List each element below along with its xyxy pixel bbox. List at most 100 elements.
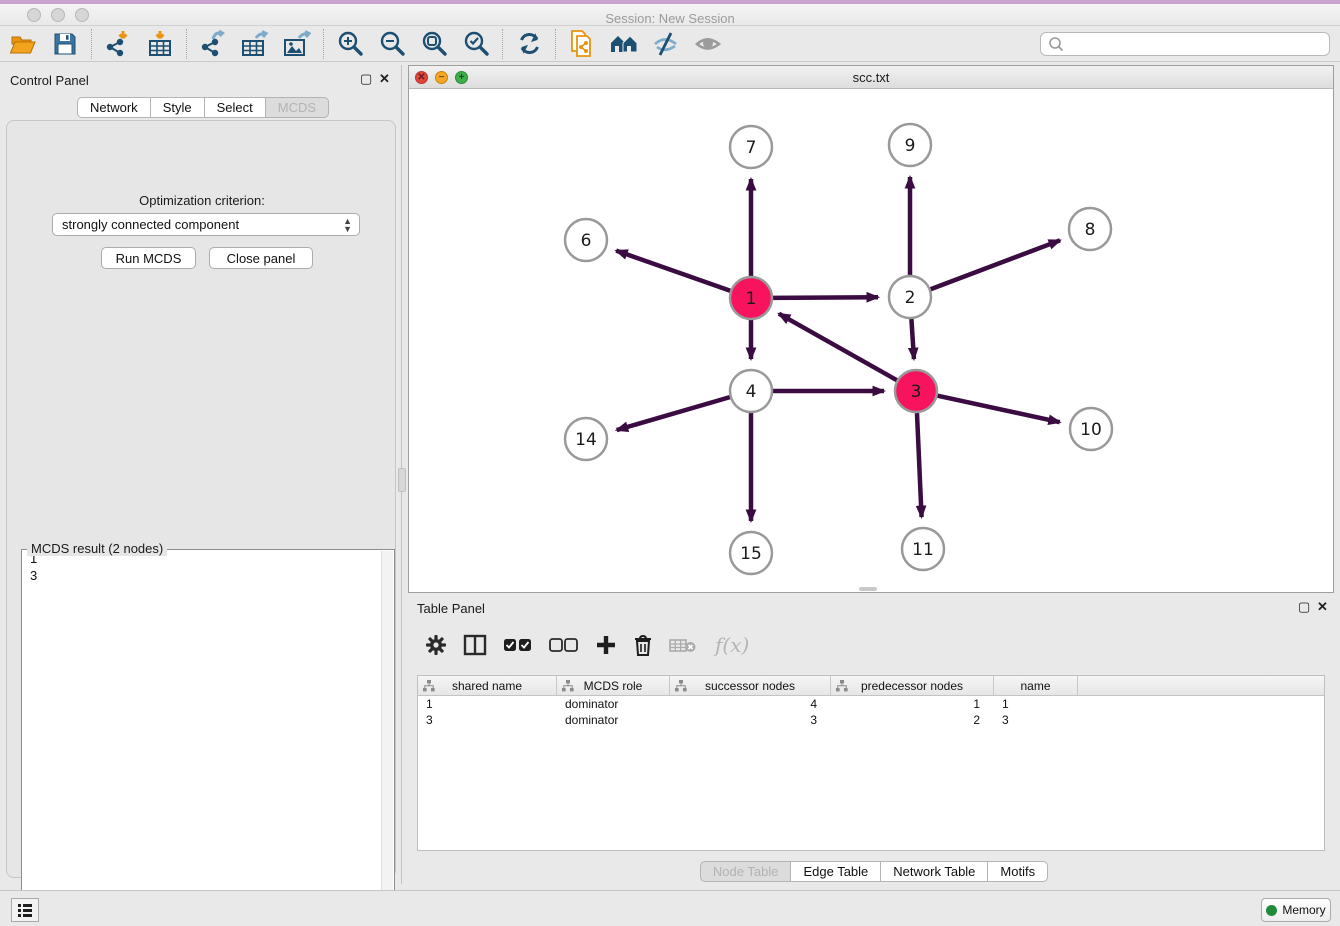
window-title: Session: New Session	[0, 11, 1340, 26]
save-session-icon[interactable]	[50, 30, 80, 58]
column-header-shared-name[interactable]: shared name	[418, 676, 557, 695]
deselect-all-icon[interactable]	[549, 636, 579, 654]
graph-edge-4-14[interactable]	[617, 397, 730, 430]
mcds-tab-content: Optimization criterion: strongly connect…	[6, 120, 396, 878]
graph-node-label: 3	[911, 382, 922, 402]
toolbar-separator	[91, 29, 92, 59]
network-graph[interactable]: 7968124314101511	[409, 89, 1333, 592]
status-bar: Memory	[0, 890, 1340, 926]
graph-edge-1-2[interactable]	[773, 297, 878, 298]
list-icon	[17, 903, 33, 918]
tab-mcds[interactable]: MCDS	[266, 97, 329, 118]
criterion-dropdown[interactable]: strongly connected component ▲▼	[52, 213, 360, 236]
zoom-selected-icon[interactable]	[461, 30, 491, 58]
table-toolbar: f(x)	[417, 625, 1325, 665]
show-all-icon[interactable]	[693, 30, 723, 58]
first-neighbors-icon[interactable]	[609, 30, 639, 58]
graph-node-label: 10	[1080, 420, 1102, 440]
tab-network-table[interactable]: Network Table	[881, 861, 988, 882]
tab-network[interactable]: Network	[77, 97, 151, 118]
mcds-result-line: 3	[22, 567, 394, 584]
memory-label: Memory	[1282, 903, 1325, 917]
log-console-button[interactable]	[11, 898, 39, 922]
graph-edge-3-10[interactable]	[937, 396, 1059, 423]
open-session-icon[interactable]	[8, 30, 38, 58]
tab-edge-table[interactable]: Edge Table	[791, 861, 881, 882]
sitemap-icon	[423, 680, 435, 692]
search-input[interactable]	[1071, 34, 1329, 54]
clone-network-icon[interactable]	[567, 30, 597, 58]
result-scrollbar[interactable]	[381, 551, 393, 926]
tab-select[interactable]: Select	[205, 97, 266, 118]
application-window: Session: New Session	[0, 0, 1340, 926]
delete-table-icon[interactable]	[669, 636, 697, 654]
export-image-icon[interactable]	[282, 30, 312, 58]
graph-node-label: 2	[905, 288, 916, 308]
zoom-out-icon[interactable]	[377, 30, 407, 58]
cell-predecessor-nodes: 1	[831, 696, 994, 712]
graph-node-label: 1	[746, 289, 757, 309]
node-table: shared name MCDS role successor nodes pr…	[417, 675, 1325, 851]
function-builder-icon[interactable]: f(x)	[715, 633, 749, 657]
trash-icon[interactable]	[633, 634, 653, 656]
column-header-successor-nodes[interactable]: successor nodes	[670, 676, 831, 695]
network-window-title: scc.txt	[409, 70, 1333, 85]
hide-selected-icon[interactable]	[651, 30, 681, 58]
window-titlebar: Session: New Session	[0, 4, 1340, 26]
import-network-icon[interactable]	[103, 30, 133, 58]
cell-name: 3	[994, 712, 1078, 728]
cell-name: 1	[994, 696, 1078, 712]
import-table-icon[interactable]	[145, 30, 175, 58]
float-table-panel-icon[interactable]: ▢	[1298, 599, 1310, 615]
add-icon[interactable]	[595, 634, 617, 656]
sitemap-icon	[675, 680, 687, 692]
cell-shared-name: 1	[418, 696, 557, 712]
columns-icon[interactable]	[463, 634, 487, 656]
zoom-in-icon[interactable]	[335, 30, 365, 58]
column-header-mcds-role[interactable]: MCDS role	[557, 676, 670, 695]
export-table-icon[interactable]	[240, 30, 270, 58]
graph-edge-2-3[interactable]	[911, 319, 914, 359]
export-network-icon[interactable]	[198, 30, 228, 58]
refresh-view-icon[interactable]	[514, 30, 544, 58]
close-panel-icon[interactable]: ✕	[379, 71, 390, 87]
memory-status-icon	[1266, 905, 1277, 916]
close-panel-button[interactable]: Close panel	[209, 247, 313, 269]
network-hscrollbar[interactable]	[859, 587, 877, 591]
table-row[interactable]: 1 dominator 4 1 1	[418, 696, 1324, 712]
table-tabs: Node Table Edge Table Network Table Moti…	[408, 861, 1340, 882]
memory-button[interactable]: Memory	[1261, 898, 1331, 922]
float-panel-icon[interactable]: ▢	[360, 71, 372, 87]
column-header-predecessor-nodes[interactable]: predecessor nodes	[831, 676, 994, 695]
gear-icon[interactable]	[425, 634, 447, 656]
graph-edge-1-6[interactable]	[616, 251, 730, 291]
graph-edge-3-1[interactable]	[779, 314, 897, 380]
select-all-icon[interactable]	[503, 636, 533, 654]
control-panel-title: Control Panel	[10, 73, 89, 88]
graph-edge-2-8[interactable]	[931, 240, 1060, 289]
zoom-fit-icon[interactable]	[419, 30, 449, 58]
table-row[interactable]: 3 dominator 3 2 3	[418, 712, 1324, 728]
graph-edge-3-11[interactable]	[917, 413, 922, 517]
column-header-name[interactable]: name	[994, 676, 1078, 695]
toolbar-separator	[323, 29, 324, 59]
search-box[interactable]	[1040, 32, 1330, 56]
dropdown-stepper-icon: ▲▼	[343, 217, 352, 233]
close-table-panel-icon[interactable]: ✕	[1317, 599, 1328, 615]
tab-motifs[interactable]: Motifs	[988, 861, 1048, 882]
cell-shared-name: 3	[418, 712, 557, 728]
network-window-titlebar: ✕ − + scc.txt	[409, 66, 1333, 89]
graph-node-label: 14	[575, 430, 597, 450]
tab-style[interactable]: Style	[151, 97, 205, 118]
control-panel: Control Panel ▢ ✕ Network Style Select M…	[0, 65, 402, 884]
cell-successor-nodes: 4	[670, 696, 831, 712]
optimization-criterion-label: Optimization criterion:	[7, 193, 397, 208]
tab-node-table[interactable]: Node Table	[700, 861, 792, 882]
run-mcds-button[interactable]: Run MCDS	[101, 247, 196, 269]
graph-node-label: 15	[740, 544, 762, 564]
table-panel-title: Table Panel	[417, 601, 485, 616]
panel-splitter-handle[interactable]	[398, 468, 406, 492]
column-header-empty	[1078, 676, 1324, 695]
table-header-row: shared name MCDS role successor nodes pr…	[418, 676, 1324, 696]
graph-node-label: 11	[912, 540, 934, 560]
